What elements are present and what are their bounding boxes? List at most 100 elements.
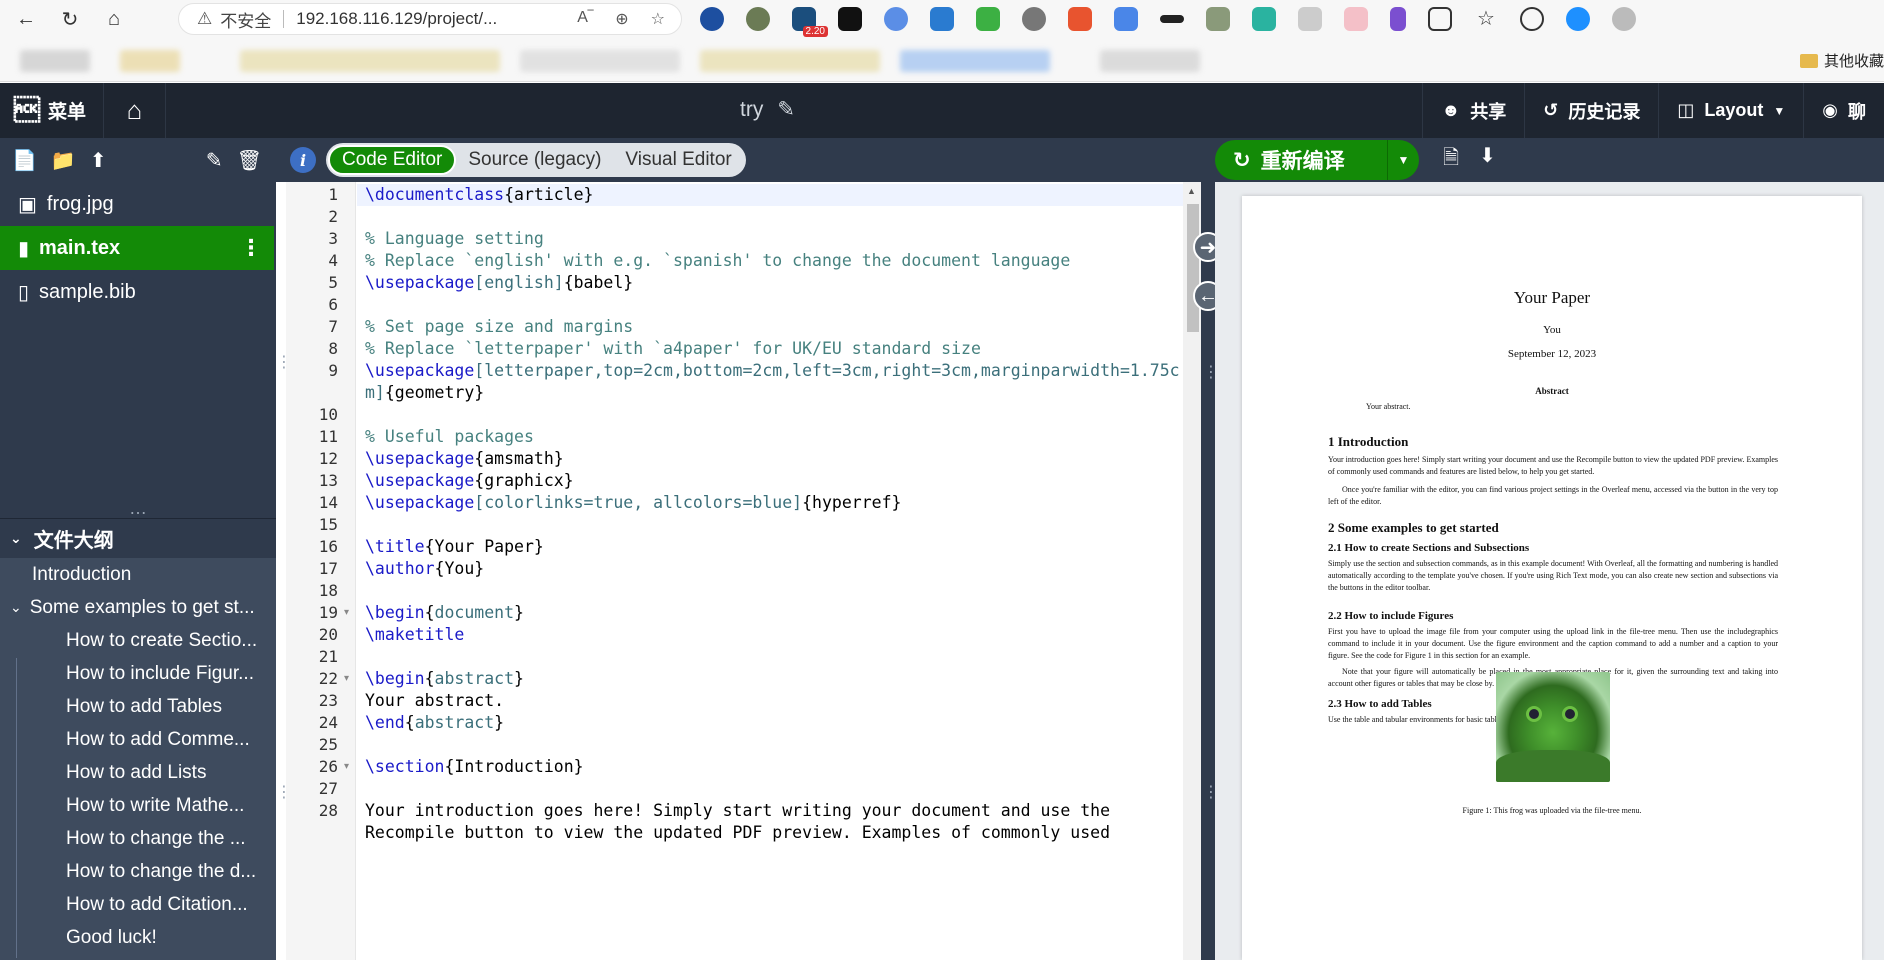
outline-item[interactable]: How to add Citation... [0, 888, 276, 921]
code-line[interactable]: \usepackage[english]{babel} [357, 272, 1183, 294]
code-line[interactable] [357, 580, 1183, 602]
extension-icon[interactable] [1252, 7, 1276, 31]
logs-document-icon[interactable]: 🗎 [1443, 143, 1459, 177]
scrollbar-thumb[interactable] [1187, 204, 1199, 332]
chevron-down-icon[interactable]: ⌄ [10, 599, 22, 616]
delete-trash-icon[interactable]: 🗑 [237, 148, 262, 173]
recompile-options-button[interactable]: ▼ [1387, 140, 1419, 180]
code-line[interactable]: Your introduction goes here! Simply star… [357, 800, 1183, 822]
fold-arrow-icon[interactable]: ▾ [344, 756, 349, 778]
extension-icon[interactable] [746, 7, 770, 31]
scroll-up-icon[interactable]: ▲ [1187, 186, 1196, 196]
file-item-frog[interactable]: ▣ frog.jpg [0, 182, 276, 226]
home-button[interactable]: ⌂ [104, 83, 166, 138]
code-line[interactable]: \usepackage{graphicx} [357, 470, 1183, 492]
tab-source-legacy[interactable]: Source (legacy) [456, 145, 613, 175]
other-bookmarks[interactable]: 其他收藏 [1799, 50, 1884, 71]
outline-item[interactable]: How to write Mathe... [0, 789, 276, 822]
download-icon[interactable]: ⬇ [1479, 143, 1496, 177]
code-line[interactable]: % Useful packages [357, 426, 1183, 448]
extension-icon[interactable]: 2.20 [792, 7, 828, 37]
code-line[interactable]: % Set page size and margins [357, 316, 1183, 338]
bookmark-item[interactable] [1100, 50, 1200, 72]
outline-item[interactable]: How to change the ... [0, 822, 276, 855]
back-icon[interactable]: ← [8, 1, 44, 37]
code-line[interactable]: % Replace `letterpaper' with `a4paper' f… [357, 338, 1183, 360]
history-button[interactable]: ↺ 历史记录 [1524, 83, 1658, 138]
favorite-star-icon[interactable]: ☆ [651, 9, 665, 29]
bookmark-item[interactable] [240, 50, 500, 72]
project-title[interactable]: try ✎ [740, 97, 795, 122]
code-line[interactable]: \title{Your Paper} [357, 536, 1183, 558]
resize-grip-icon[interactable]: ⋮ [1203, 365, 1219, 381]
code-line[interactable]: \usepackage[colorlinks=true, allcolors=b… [357, 492, 1183, 514]
bookmark-item[interactable] [520, 50, 680, 72]
code-line[interactable]: \usepackage[letterpaper,top=2cm,bottom=2… [357, 360, 1183, 382]
extension-icon[interactable] [700, 7, 724, 31]
outline-item[interactable]: Good luck! [0, 921, 276, 954]
recompile-button[interactable]: ↻ 重新编译 [1215, 140, 1387, 180]
extensions-puzzle-icon[interactable] [1428, 7, 1452, 31]
zoom-icon[interactable]: ⊕ [615, 9, 628, 29]
code-line[interactable]: \usepackage{amsmath} [357, 448, 1183, 470]
code-line[interactable]: Your abstract. [357, 690, 1183, 712]
code-line[interactable]: \documentclass{article} [357, 184, 1183, 206]
code-line[interactable] [357, 778, 1183, 800]
resize-grip-icon[interactable]: ⋮ [276, 785, 292, 801]
bookmark-item[interactable] [20, 50, 90, 72]
code-line[interactable]: m]{geometry} [357, 382, 1183, 404]
pdf-page[interactable]: Your Paper You September 12, 2023 Abstra… [1242, 196, 1862, 960]
code-line[interactable]: \begin{document} [357, 602, 1183, 624]
panel-resize-handle[interactable]: … [0, 499, 276, 518]
fold-arrow-icon[interactable]: ▾ [344, 668, 349, 690]
resize-grip-icon[interactable]: ⋮ [276, 355, 292, 371]
fold-arrow-icon[interactable]: ▾ [344, 602, 349, 624]
outline-item[interactable]: How to add Tables [0, 690, 276, 723]
outline-item[interactable]: How to add Comme... [0, 723, 276, 756]
file-item-main[interactable]: ▮ main.tex ⋮ [0, 226, 274, 270]
read-aloud-icon[interactable]: A‾ [577, 9, 593, 29]
code-line[interactable]: \begin{abstract} [357, 668, 1183, 690]
home-icon[interactable]: ⌂ [96, 1, 132, 37]
resize-grip-icon[interactable]: ⋮ [1203, 785, 1219, 801]
code-line[interactable] [357, 514, 1183, 536]
code-line[interactable]: % Language setting [357, 228, 1183, 250]
extension-icon[interactable] [976, 7, 1000, 31]
pencil-icon[interactable]: ✎ [777, 97, 795, 122]
code-line[interactable] [357, 734, 1183, 756]
new-folder-icon[interactable]: 📁 [51, 148, 76, 173]
code-line[interactable] [357, 646, 1183, 668]
reload-icon[interactable]: ↻ [52, 1, 88, 37]
rename-pencil-icon[interactable]: ✎ [206, 148, 223, 173]
address-bar[interactable]: ⚠ 不安全 192.168.116.129/project/... A‾ ⊕ ☆ [178, 3, 682, 35]
tab-code-editor[interactable]: Code Editor [328, 145, 457, 175]
bookmark-item[interactable] [900, 50, 1050, 72]
edge-icon[interactable] [1566, 7, 1590, 31]
new-file-icon[interactable]: 📄 [12, 148, 37, 173]
extension-icon[interactable] [1298, 7, 1322, 31]
share-button[interactable]: ☻ 共享 [1422, 83, 1524, 138]
menu-button[interactable]:  菜单 [0, 83, 104, 138]
code-line[interactable] [357, 206, 1183, 228]
file-item-sample[interactable]: ▯ sample.bib [0, 270, 276, 314]
upload-icon[interactable]: ⬆ [90, 148, 107, 173]
extension-icon[interactable] [884, 7, 908, 31]
code-line[interactable]: \section{Introduction} [357, 756, 1183, 778]
code-line[interactable] [357, 404, 1183, 426]
bookmark-item[interactable] [700, 50, 880, 72]
outline-header[interactable]: ⌄ 文件大纲 [0, 518, 276, 558]
health-icon[interactable] [1520, 7, 1544, 31]
code-editor[interactable]: \documentclass{article} % Language settin… [357, 182, 1183, 960]
tab-visual-editor[interactable]: Visual Editor [613, 145, 743, 175]
extension-icon[interactable] [1114, 7, 1138, 31]
extension-icon[interactable] [1206, 7, 1230, 31]
favorites-icon[interactable]: ☆ [1474, 7, 1498, 31]
extension-icon[interactable] [1022, 7, 1046, 31]
extension-icon[interactable] [1160, 15, 1184, 23]
code-line[interactable]: % Replace `english' with e.g. `spanish' … [357, 250, 1183, 272]
chat-button[interactable]: ◉ 聊 [1803, 83, 1884, 138]
extension-icon[interactable] [1344, 7, 1368, 31]
code-line[interactable]: \author{You} [357, 558, 1183, 580]
info-icon[interactable]: i [290, 147, 316, 173]
code-line[interactable]: \maketitle [357, 624, 1183, 646]
